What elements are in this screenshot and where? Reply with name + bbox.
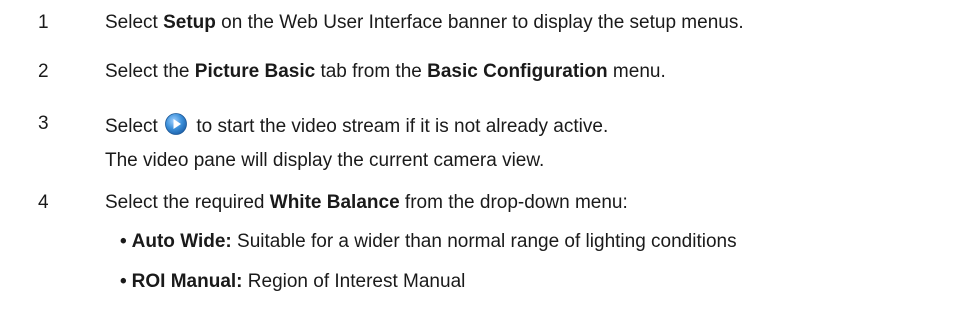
step-3-text: Select to start the video stream if it i… (105, 113, 608, 138)
bullet-roi-manual: • ROI Manual: Region of Interest Manual (120, 271, 465, 293)
step-3-number: 3 (38, 113, 49, 134)
step-1-setup-term: Setup (163, 12, 216, 33)
step-3-note: The video pane will display the current … (105, 150, 545, 171)
step-2-mid: tab from the (315, 61, 428, 82)
bullet-auto-wide: • Auto Wide: Suitable for a wider than no… (120, 231, 737, 253)
bullet-roi-manual-desc: Region of Interest Manual (242, 271, 466, 292)
step-2-basic-configuration-term: Basic Configuration (427, 61, 608, 82)
bullet-auto-wide-term: Auto Wide: (131, 231, 232, 252)
step-1-pre: Select (105, 12, 164, 33)
step-3-post: to start the video stream if it is not a… (196, 116, 609, 137)
step-1-number: 1 (38, 12, 49, 33)
step-2-number: 2 (38, 61, 49, 82)
step-4-text: Select the required White Balance from t… (105, 192, 628, 214)
step-4-post: from the drop-down menu: (399, 192, 628, 213)
step-1-post: on the Web User Interface banner to disp… (215, 12, 744, 33)
step-2-post: menu. (607, 61, 666, 82)
bullet-auto-wide-desc: Suitable for a wider than normal range o… (231, 231, 737, 252)
step-2-pre: Select the (105, 61, 195, 82)
step-4-pre: Select the required (105, 192, 270, 213)
step-4-white-balance-term: White Balance (269, 192, 400, 213)
step-1-text: Select Setup on the Web User Interface b… (105, 12, 744, 34)
bullet-marker: • (120, 271, 127, 292)
step-2-picture-basic-term: Picture Basic (194, 61, 316, 82)
bullet-roi-manual-term: ROI Manual: (131, 271, 243, 292)
step-2-text: Select the Picture Basic tab from the Ba… (105, 61, 666, 83)
step-3-pre: Select (105, 116, 158, 137)
bullet-marker: • (120, 231, 127, 252)
play-button-icon (165, 113, 187, 135)
step-4-number: 4 (38, 192, 49, 213)
